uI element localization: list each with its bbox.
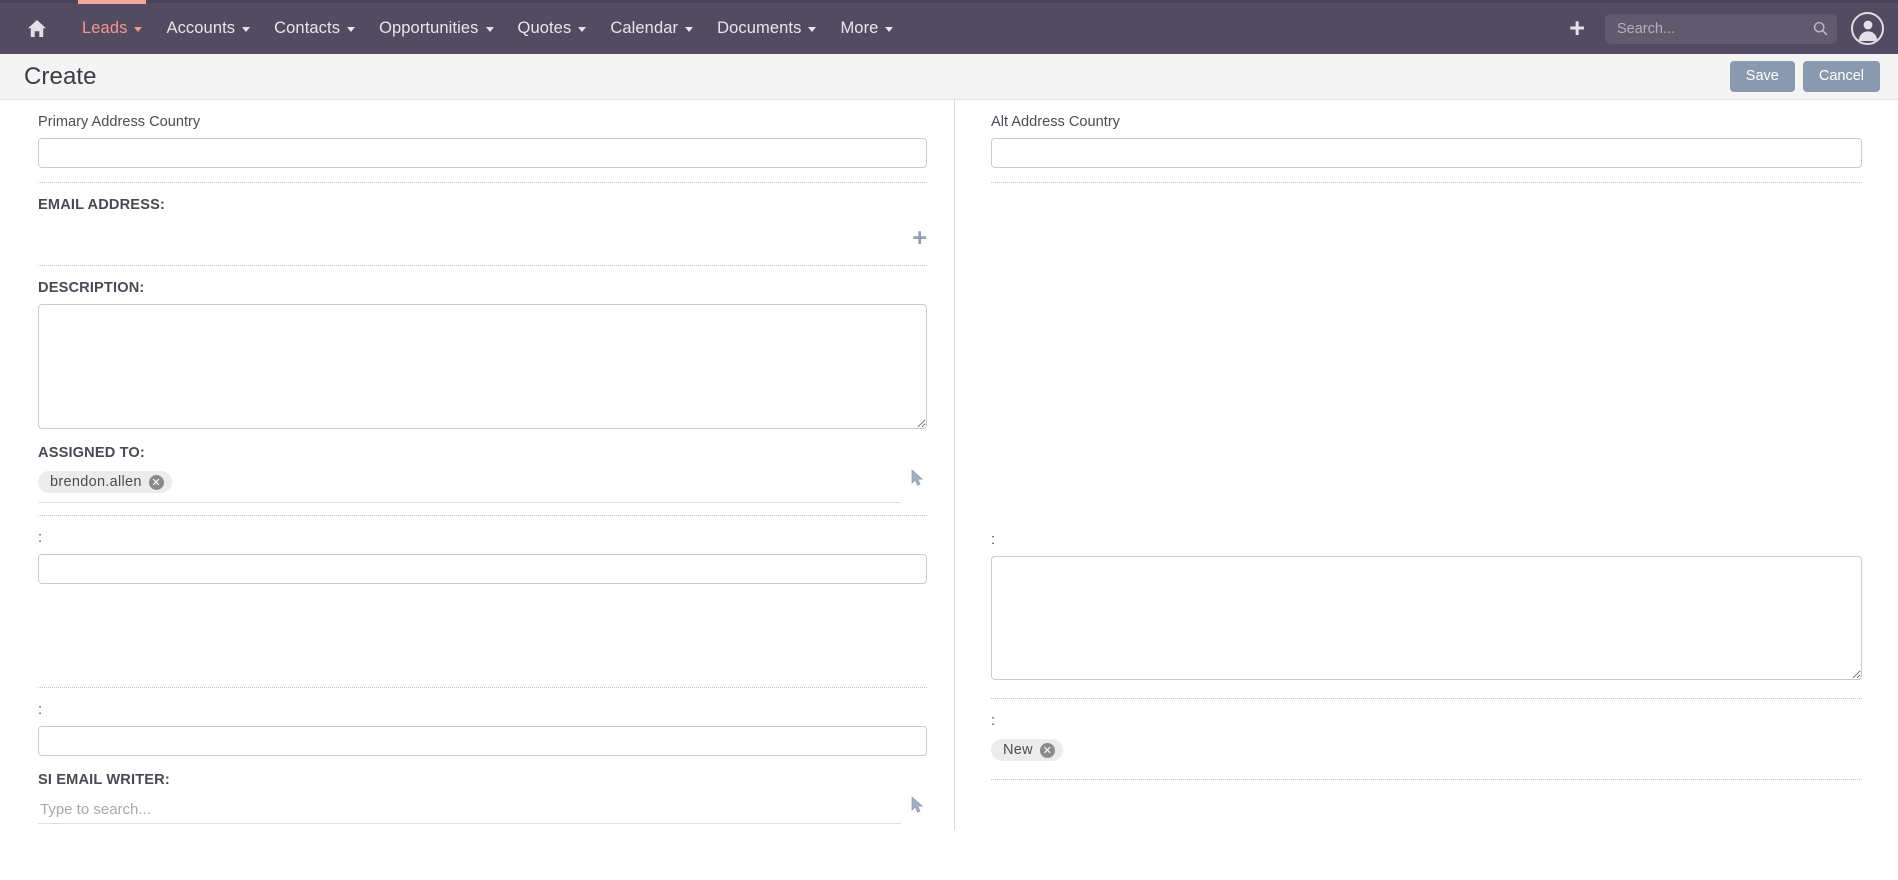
chevron-down-icon bbox=[134, 27, 143, 32]
si-email-writer-search bbox=[38, 796, 901, 824]
add-email-plus-icon[interactable]: + bbox=[912, 225, 927, 251]
avatar[interactable] bbox=[1851, 12, 1884, 45]
nav-item-label: More bbox=[840, 19, 879, 37]
nav-item-more[interactable]: More bbox=[828, 3, 905, 54]
save-button[interactable]: Save bbox=[1729, 61, 1795, 92]
close-circle-icon[interactable]: ✕ bbox=[148, 474, 164, 490]
field-primary-address-country: Primary Address Country bbox=[38, 114, 927, 168]
unnamed-textarea[interactable] bbox=[991, 556, 1862, 680]
input-underline bbox=[38, 502, 901, 503]
field-separator bbox=[991, 779, 1862, 780]
unnamed-input-2[interactable] bbox=[38, 726, 927, 756]
unnamed-input-1[interactable] bbox=[38, 554, 927, 584]
page-title: Create bbox=[24, 62, 97, 90]
field-separator bbox=[38, 687, 927, 688]
si-email-writer-input[interactable] bbox=[38, 796, 901, 824]
assigned-to-row: brendon.allen ✕ bbox=[38, 469, 927, 503]
primary-address-country-input[interactable] bbox=[38, 138, 927, 168]
token-label: brendon.allen bbox=[50, 474, 142, 490]
nav-item-quotes[interactable]: Quotes bbox=[506, 3, 599, 54]
nav-item-label: Documents bbox=[717, 19, 802, 37]
cancel-button[interactable]: Cancel bbox=[1802, 61, 1880, 92]
home-button[interactable] bbox=[18, 10, 56, 48]
field-unnamed-status: : New ✕ bbox=[991, 713, 1862, 763]
description-textarea[interactable] bbox=[38, 304, 927, 429]
nav-item-label: Contacts bbox=[274, 19, 341, 37]
chevron-down-icon bbox=[347, 27, 356, 32]
nav-menu: Leads Accounts Contacts Opportunities Qu… bbox=[70, 0, 905, 54]
chevron-down-icon bbox=[242, 27, 251, 32]
field-email-address: EMAIL ADDRESS: + bbox=[38, 197, 927, 255]
field-label: ASSIGNED TO: bbox=[38, 445, 145, 461]
form-column-right: Alt Address Country : : New ✕ bbox=[955, 100, 1898, 880]
email-address-rows: + bbox=[38, 221, 927, 255]
nav-item-label: Calendar bbox=[610, 19, 679, 37]
nav-item-label: Quotes bbox=[517, 19, 572, 37]
quick-create-plus-icon[interactable]: + bbox=[1563, 15, 1591, 42]
nav-item-leads[interactable]: Leads bbox=[70, 0, 154, 54]
status-tokens[interactable]: New ✕ bbox=[991, 737, 1862, 763]
nav-item-accounts[interactable]: Accounts bbox=[154, 3, 262, 54]
search-input[interactable] bbox=[1615, 19, 1827, 38]
field-separator bbox=[991, 182, 1862, 183]
field-separator bbox=[38, 182, 927, 183]
chevron-down-icon bbox=[578, 27, 587, 32]
chevron-down-icon bbox=[485, 27, 494, 32]
token-assigned-user[interactable]: brendon.allen ✕ bbox=[38, 471, 172, 493]
field-label: : bbox=[38, 702, 43, 718]
field-alt-address-country: Alt Address Country bbox=[991, 114, 1862, 168]
assigned-to-tokens[interactable]: brendon.allen ✕ bbox=[38, 469, 901, 503]
form-column-left: Primary Address Country EMAIL ADDRESS: +… bbox=[0, 100, 955, 880]
field-label: Primary Address Country bbox=[38, 114, 201, 130]
field-assigned-to: ASSIGNED TO: brendon.allen ✕ bbox=[38, 445, 927, 503]
field-label: Alt Address Country bbox=[991, 114, 1120, 130]
nav-item-label: Opportunities bbox=[379, 19, 479, 37]
si-email-writer-row bbox=[38, 796, 927, 824]
field-unnamed-2: : bbox=[38, 702, 927, 756]
search-icon bbox=[1813, 21, 1828, 41]
nav-right-actions: + bbox=[1563, 12, 1884, 45]
field-label: DESCRIPTION: bbox=[38, 280, 145, 296]
nav-item-opportunities[interactable]: Opportunities bbox=[367, 3, 505, 54]
user-avatar-icon bbox=[1858, 20, 1877, 41]
field-separator bbox=[991, 698, 1862, 699]
nav-item-calendar[interactable]: Calendar bbox=[598, 3, 705, 54]
nav-item-documents[interactable]: Documents bbox=[705, 3, 828, 54]
field-label: EMAIL ADDRESS: bbox=[38, 197, 165, 213]
field-label: SI EMAIL WRITER: bbox=[38, 772, 170, 788]
close-circle-icon[interactable]: ✕ bbox=[1039, 742, 1055, 758]
field-unnamed-1: : bbox=[38, 530, 927, 584]
mouse-pointer-icon bbox=[911, 469, 927, 487]
chevron-down-icon bbox=[808, 27, 817, 32]
header-action-buttons: Save Cancel bbox=[1729, 61, 1880, 92]
global-search[interactable] bbox=[1605, 13, 1837, 44]
token-status[interactable]: New ✕ bbox=[991, 739, 1063, 761]
field-si-email-writer: SI EMAIL WRITER: bbox=[38, 772, 927, 824]
top-navigation-bar: Leads Accounts Contacts Opportunities Qu… bbox=[0, 0, 1898, 54]
field-label: : bbox=[991, 713, 996, 729]
mouse-pointer-icon bbox=[911, 796, 927, 814]
create-lead-form: Primary Address Country EMAIL ADDRESS: +… bbox=[0, 100, 1898, 880]
home-icon bbox=[27, 19, 47, 38]
chevron-down-icon bbox=[885, 27, 894, 32]
field-unnamed-textarea: : bbox=[991, 532, 1862, 680]
nav-item-label: Accounts bbox=[166, 19, 236, 37]
chevron-down-icon bbox=[685, 27, 694, 32]
nav-item-contacts[interactable]: Contacts bbox=[262, 3, 367, 54]
action-header-bar: Create Save Cancel bbox=[0, 54, 1898, 100]
token-label: New bbox=[1003, 742, 1033, 758]
field-label: : bbox=[991, 532, 996, 548]
nav-item-label: Leads bbox=[82, 19, 128, 37]
field-description: DESCRIPTION: bbox=[38, 280, 927, 429]
field-separator bbox=[38, 265, 927, 266]
field-separator bbox=[38, 515, 927, 516]
field-label: : bbox=[38, 530, 43, 546]
alt-address-country-input[interactable] bbox=[991, 138, 1862, 168]
